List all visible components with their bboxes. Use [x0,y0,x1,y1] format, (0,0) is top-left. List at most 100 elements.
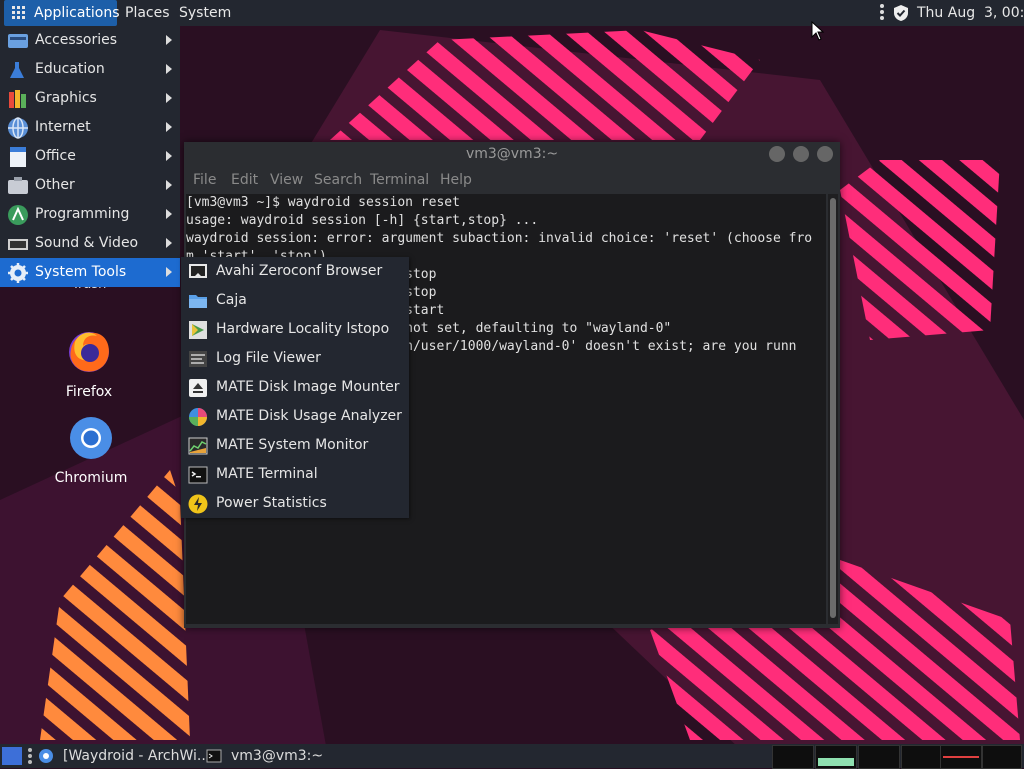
disk-usage-icon [189,408,207,426]
applications-menu[interactable]: Applications [4,0,120,26]
system-tools-submenu: Avahi Zeroconf Browser Caja Hardware Loc… [181,257,409,518]
submenu-item-power-statistics[interactable]: Power Statistics [181,489,409,518]
menu-item-other[interactable]: Other [0,171,180,200]
submenu-item-label: MATE Terminal [216,466,318,482]
applications-menu-label: Applications [34,5,120,21]
workspace-switcher [772,744,1024,769]
menu-edit[interactable]: Edit [231,172,258,188]
submenu-item-label: Avahi Zeroconf Browser [216,263,383,279]
submenu-item-label: Hardware Locality lstopo [216,321,390,337]
menu-item-label: Programming [35,206,130,222]
terminal-scrollbar[interactable] [828,194,838,624]
sound-video-icon [8,239,28,250]
menu-item-system-tools[interactable]: System Tools [0,258,180,287]
hardware-icon [189,321,207,339]
menu-file[interactable]: File [193,172,216,188]
submenu-item-label: MATE System Monitor [216,437,369,453]
desktop-icon-label: Chromium [54,470,128,486]
submenu-item-label: MATE Disk Usage Analyzer [216,408,402,424]
system-monitor-icon [188,437,208,455]
submenu-item-label: Log File Viewer [216,350,321,366]
show-desktop-button[interactable] [2,747,22,765]
close-button[interactable] [817,146,833,162]
office-icon [10,147,26,167]
terminal-icon [206,749,222,763]
menu-item-label: Office [35,148,76,164]
submenu-item-log-viewer[interactable]: Log File Viewer [181,344,409,373]
workspace-2[interactable] [815,745,857,769]
menu-search[interactable]: Search [314,172,362,188]
folder-icon [189,295,207,308]
network-icon [189,264,207,278]
desktop-icon-firefox[interactable]: Firefox [44,328,134,400]
chevron-right-icon [166,238,172,248]
bottom-taskbar: [Waydroid - ArchWi... vm3@vm3:~ [0,744,1024,769]
log-icon [189,351,207,367]
chevron-right-icon [166,122,172,132]
network-load-monitor[interactable] [982,745,1022,769]
graphics-icon [9,90,26,108]
other-icon [8,177,28,194]
chevron-right-icon [166,209,172,219]
submenu-item-system-monitor[interactable]: MATE System Monitor [181,431,409,460]
scrollbar-thumb[interactable] [830,198,836,618]
task-label: vm3@vm3:~ [231,748,324,764]
terminal-titlebar[interactable]: vm3@vm3:~ [184,142,840,168]
menu-item-label: System Tools [35,264,127,280]
accessories-icon [8,34,28,48]
menu-item-label: Education [35,61,105,77]
terminal-line: [vm3@vm3 ~]$ waydroid session reset [186,195,460,210]
firefox-icon [69,332,109,372]
menu-item-education[interactable]: Education [0,55,180,84]
system-menu[interactable]: System [179,0,231,26]
menu-item-graphics[interactable]: Graphics [0,84,180,113]
menu-terminal[interactable]: Terminal [370,172,429,188]
chevron-right-icon [166,64,172,74]
system-load-monitor[interactable] [940,745,982,769]
workspace-1[interactable] [772,745,814,769]
menu-item-office[interactable]: Office [0,142,180,171]
submenu-item-disk-usage[interactable]: MATE Disk Usage Analyzer [181,402,409,431]
menu-item-internet[interactable]: Internet [0,113,180,142]
submenu-item-mate-terminal[interactable]: MATE Terminal [181,460,409,489]
clock[interactable]: Thu Aug 3, 00:55 [917,0,1024,26]
top-panel: Applications Places System Thu Aug 3, 00… [0,0,1024,26]
menu-item-sound-video[interactable]: Sound & Video [0,229,180,258]
task-label: [Waydroid - ArchWi... [63,748,211,764]
places-menu[interactable]: Places [125,0,170,26]
menu-item-label: Other [35,177,75,193]
workspace-4[interactable] [901,745,943,769]
menu-item-label: Internet [35,119,91,135]
menu-view[interactable]: View [270,172,303,188]
workspace-3[interactable] [858,745,900,769]
desktop-icon-chromium[interactable]: Chromium [46,414,136,486]
submenu-item-avahi[interactable]: Avahi Zeroconf Browser [181,257,409,286]
vertical-dots-icon[interactable] [28,748,32,764]
maximize-button[interactable] [793,146,809,162]
terminal-icon [188,466,208,484]
terminal-line: usage: waydroid session [-h] {start,stop… [186,213,539,228]
menu-item-programming[interactable]: Programming [0,200,180,229]
submenu-item-label: MATE Disk Image Mounter [216,379,400,395]
chevron-right-icon [166,180,172,190]
minimize-button[interactable] [769,146,785,162]
chromium-icon [70,417,112,459]
menu-item-label: Accessories [35,32,118,48]
submenu-item-caja[interactable]: Caja [181,286,409,315]
menu-help[interactable]: Help [440,172,472,188]
vertical-dots-icon[interactable] [880,4,884,22]
grid-icon [12,6,25,19]
desktop-icon-label: Firefox [65,384,113,400]
submenu-item-lstopo[interactable]: Hardware Locality lstopo [181,315,409,344]
terminal-line: waydroid session: error: argument subact… [186,231,813,246]
internet-icon [8,117,28,139]
terminal-title: vm3@vm3:~ [465,146,559,162]
submenu-item-disk-mounter[interactable]: MATE Disk Image Mounter [181,373,409,402]
shield-icon[interactable] [893,4,909,22]
chevron-right-icon [166,151,172,161]
chevron-right-icon [166,35,172,45]
task-waydroid-browser[interactable]: [Waydroid - ArchWi... [38,744,210,768]
menu-item-accessories[interactable]: Accessories [0,26,180,55]
mouse-pointer-icon [811,21,825,41]
task-terminal[interactable]: vm3@vm3:~ [206,744,356,768]
